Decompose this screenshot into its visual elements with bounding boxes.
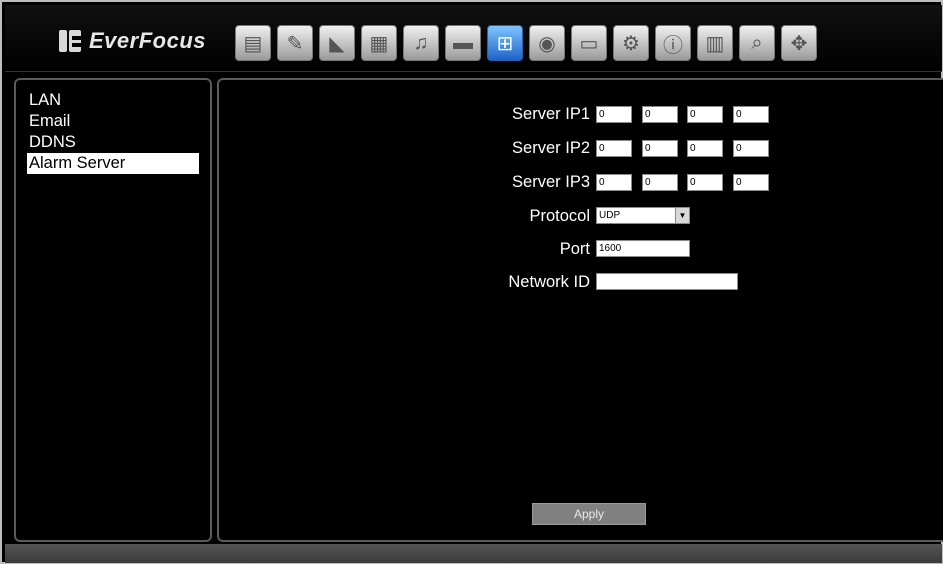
network-submenu: LAN Email DDNS Alarm Server	[14, 78, 212, 542]
main-toolbar: ▤ ✎ ◣ ▦ ♫ ▬ ⊞ ◉ ▭ ⚙ ⓘ ▥ ⌕ ✥	[235, 25, 817, 65]
server-ip3-label: Server IP3	[512, 173, 590, 191]
server-ip2-label: Server IP2	[512, 139, 590, 157]
server-ip1-octet-4[interactable]: 0	[733, 106, 769, 123]
network-id-label: Network ID	[508, 273, 590, 291]
sidebar-item-lan[interactable]: LAN	[27, 90, 199, 111]
ptz-icon[interactable]: ✥	[781, 25, 817, 61]
network-icon[interactable]: ⊞	[487, 25, 523, 61]
sidebar-item-alarm-server[interactable]: Alarm Server	[27, 153, 199, 174]
server-ip3-octet-4[interactable]: 0	[733, 174, 769, 191]
server-ip1-label: Server IP1	[512, 105, 590, 123]
sidebar-item-email[interactable]: Email	[27, 111, 199, 132]
network-id-field[interactable]	[596, 273, 738, 290]
server-ip2-octet-3[interactable]: 0	[687, 140, 723, 157]
film-icon[interactable]: ▦	[361, 25, 397, 61]
server-ip1-octet-1[interactable]: 0	[596, 106, 632, 123]
server-ip3-octet-3[interactable]: 0	[687, 174, 723, 191]
disk-icon[interactable]: ▬	[445, 25, 481, 61]
log-icon[interactable]: ▥	[697, 25, 733, 61]
server-ip1-octet-3[interactable]: 0	[687, 106, 723, 123]
monitor-icon[interactable]: ▤	[235, 25, 271, 61]
header-bar: EverFocus ▤ ✎ ◣ ▦ ♫ ▬ ⊞ ◉ ▭ ⚙ ⓘ ▥ ⌕ ✥	[5, 5, 942, 72]
brand-name: EverFocus	[89, 28, 206, 53]
server-ip2-octet-4[interactable]: 0	[733, 140, 769, 157]
server-ip3-octet-1[interactable]: 0	[596, 174, 632, 191]
brand-logo-icon	[57, 28, 83, 54]
app-window: EverFocus ▤ ✎ ◣ ▦ ♫ ▬ ⊞ ◉ ▭ ⚙ ⓘ ▥ ⌕ ✥ LA…	[0, 0, 943, 564]
chevron-down-icon[interactable]: ▼	[675, 208, 689, 223]
protocol-label: Protocol	[529, 207, 590, 225]
camera-icon[interactable]: ◣	[319, 25, 355, 61]
server-ip2-octet-1[interactable]: 0	[596, 140, 632, 157]
protocol-select[interactable]: UDP ▼	[596, 207, 690, 224]
brand-logo: EverFocus	[57, 27, 206, 55]
port-field[interactable]: 1600	[596, 240, 690, 257]
alarm-server-panel: Server IP1 0 0 0 0 Server IP2 0 0 0 0 Se…	[217, 78, 943, 542]
protocol-value: UDP	[599, 210, 621, 221]
info-icon[interactable]: ⓘ	[655, 25, 691, 61]
server-ip1-octet-2[interactable]: 0	[642, 106, 678, 123]
apply-button[interactable]: Apply	[532, 503, 646, 525]
record-icon[interactable]: ◉	[529, 25, 565, 61]
port-label: Port	[559, 240, 590, 258]
server-ip3-octet-2[interactable]: 0	[642, 174, 678, 191]
alarm-bell-icon[interactable]: ♫	[403, 25, 439, 61]
status-bar	[5, 544, 942, 563]
search-icon[interactable]: ⌕	[739, 25, 775, 61]
sidebar-item-ddns[interactable]: DDNS	[27, 132, 199, 153]
gear-icon[interactable]: ⚙	[613, 25, 649, 61]
tools-icon[interactable]: ✎	[277, 25, 313, 61]
server-ip2-octet-2[interactable]: 0	[642, 140, 678, 157]
display-icon[interactable]: ▭	[571, 25, 607, 61]
